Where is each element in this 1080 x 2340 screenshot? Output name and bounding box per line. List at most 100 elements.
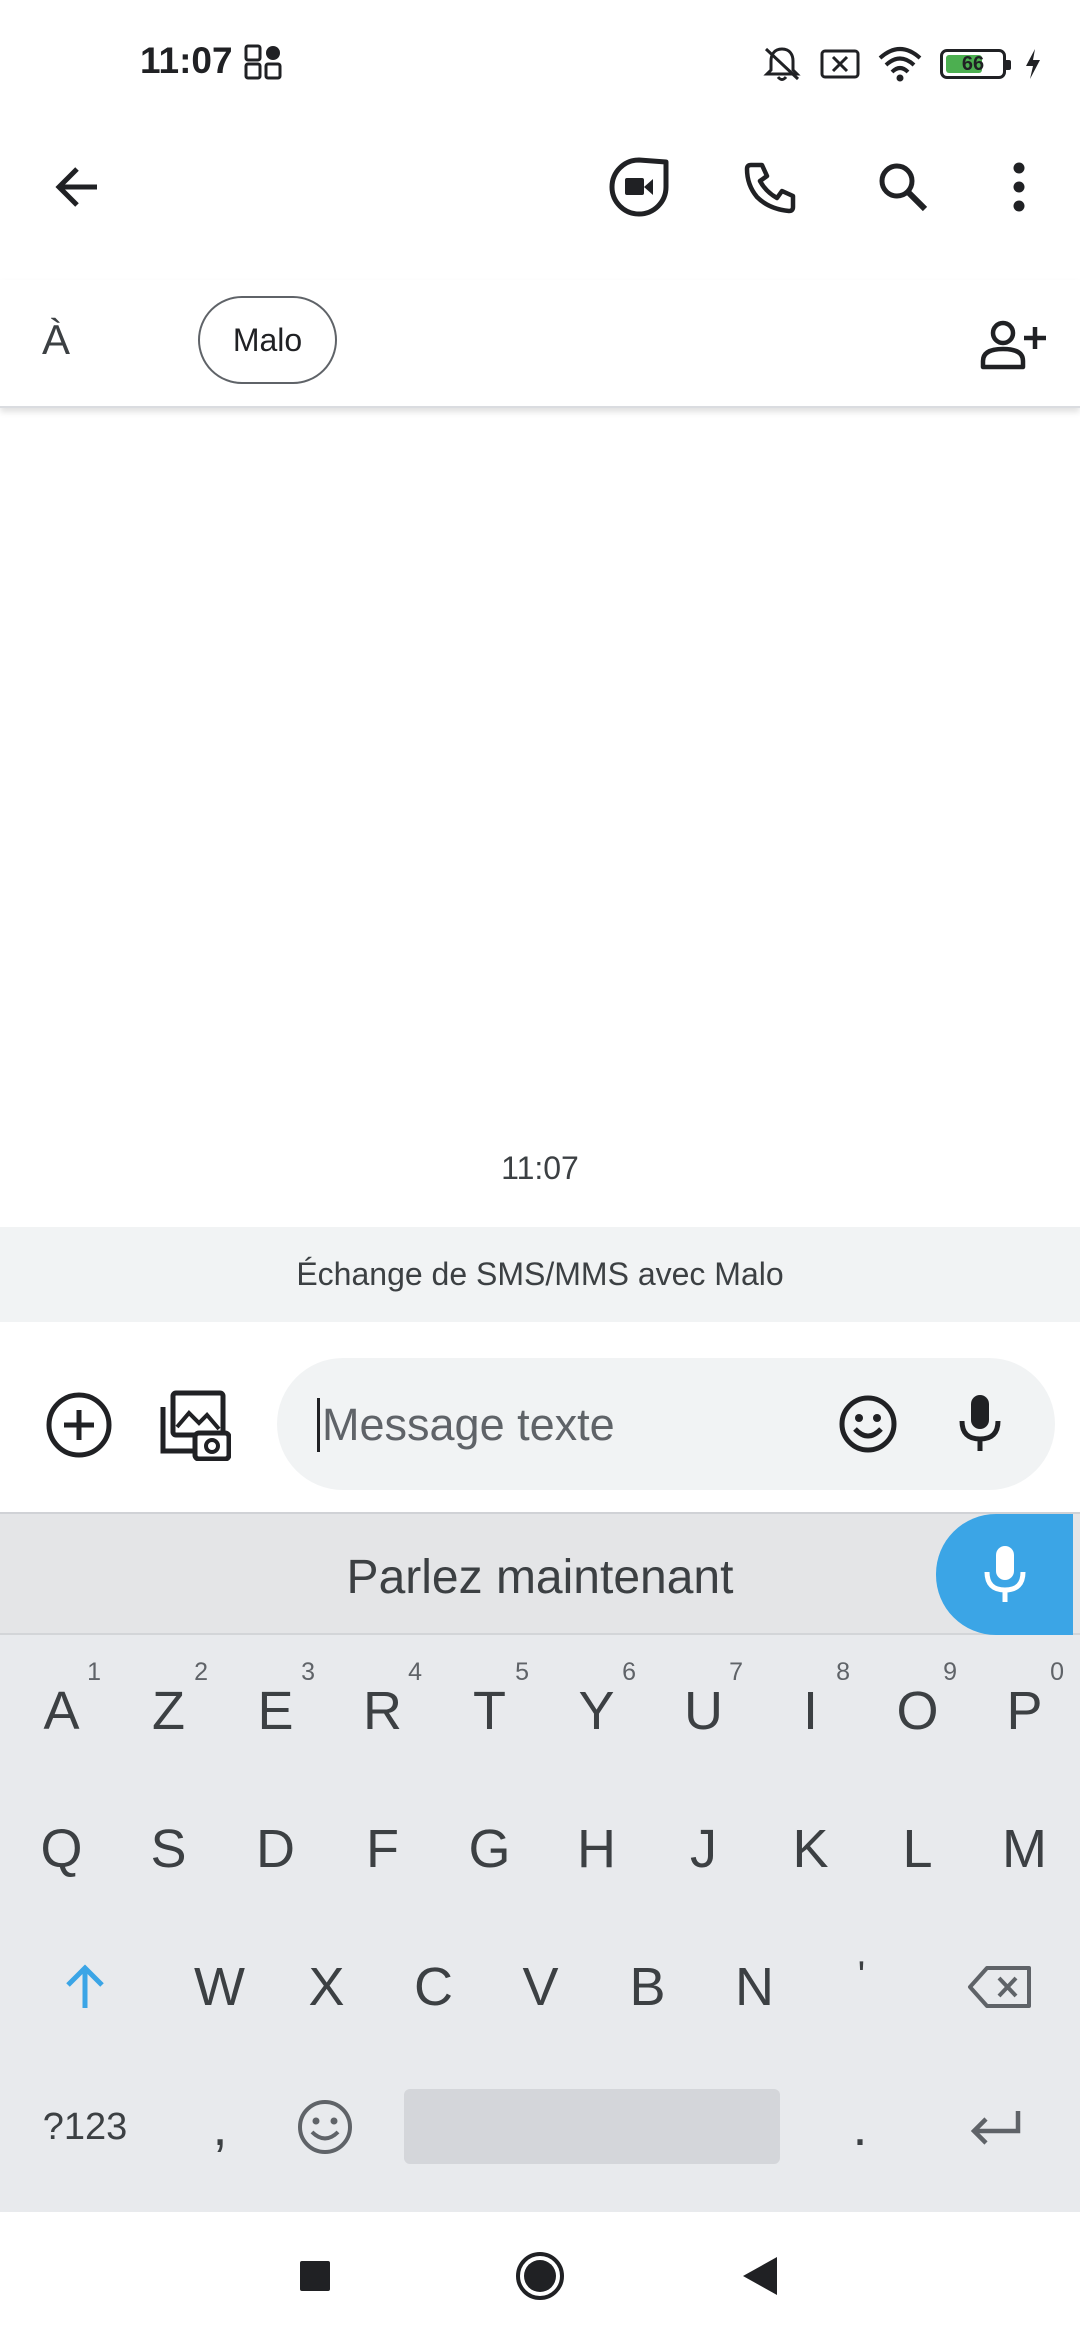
- backspace-key[interactable]: [950, 1932, 1050, 2042]
- video-call-button[interactable]: [594, 142, 684, 232]
- key-number-hint: 3: [301, 1658, 315, 1686]
- shift-arrow-icon: [66, 1964, 104, 2008]
- key-label: E: [257, 1681, 294, 1741]
- add-circle-icon: [46, 1392, 112, 1458]
- message-placeholder: Message texte: [317, 1398, 615, 1452]
- symbols-key[interactable]: ?123: [30, 2072, 140, 2182]
- key-l[interactable]: L: [864, 1794, 971, 1904]
- emoji-button[interactable]: [825, 1381, 911, 1467]
- key-number-hint: 5: [515, 1658, 529, 1686]
- enter-key[interactable]: [945, 2072, 1045, 2182]
- add-person-icon: [980, 320, 1046, 370]
- key-w[interactable]: W: [166, 1932, 273, 2042]
- key-a[interactable]: A1: [8, 1656, 115, 1766]
- key-c[interactable]: C: [380, 1932, 487, 2042]
- gallery-camera-icon: [160, 1390, 231, 1461]
- key-number-hint: 9: [943, 1658, 957, 1686]
- key-u[interactable]: U7: [650, 1656, 757, 1766]
- enter-arrow-icon: [970, 2111, 1021, 2145]
- recipient-row: À Malo: [0, 280, 1080, 408]
- home-circle-icon: [516, 2252, 564, 2300]
- back-arrow-icon: [55, 167, 97, 207]
- search-icon: [879, 163, 928, 212]
- message-input[interactable]: Message texte: [277, 1358, 1055, 1490]
- key-v[interactable]: V: [487, 1932, 594, 2042]
- key-apostrophe[interactable]: ': [808, 1932, 915, 2042]
- voice-mic-button[interactable]: [936, 1514, 1073, 1635]
- key-label: I: [802, 1681, 818, 1741]
- key-m[interactable]: M: [971, 1794, 1078, 1904]
- key-s[interactable]: S: [115, 1794, 222, 1904]
- attach-button[interactable]: [34, 1380, 124, 1470]
- key-x[interactable]: X: [273, 1932, 380, 2042]
- conversation-area: 11:07: [0, 410, 1080, 1225]
- recents-square-icon: [300, 2261, 330, 2291]
- space-key[interactable]: [404, 2089, 780, 2164]
- voice-input-bar: Parlez maintenant: [0, 1514, 1080, 1635]
- key-b[interactable]: B: [594, 1932, 701, 2042]
- key-r[interactable]: R4: [329, 1656, 436, 1766]
- notification-app-icon: [243, 42, 283, 82]
- key-q[interactable]: Q: [8, 1794, 115, 1904]
- key-e[interactable]: E3: [222, 1656, 329, 1766]
- comma-key[interactable]: ,: [180, 2072, 260, 2182]
- emoji-icon: [839, 1395, 897, 1453]
- key-number-hint: 7: [729, 1658, 743, 1686]
- key-o[interactable]: O9: [864, 1656, 971, 1766]
- phone-call-button[interactable]: [726, 142, 816, 232]
- recipient-chip[interactable]: Malo: [198, 296, 337, 384]
- to-label: À: [42, 316, 71, 363]
- key-p[interactable]: P0: [971, 1656, 1078, 1766]
- wifi-icon: [878, 46, 922, 82]
- recents-button[interactable]: [265, 2226, 365, 2326]
- key-y[interactable]: Y6: [543, 1656, 650, 1766]
- key-number-hint: 0: [1050, 1658, 1064, 1686]
- key-g[interactable]: G: [436, 1794, 543, 1904]
- key-d[interactable]: D: [222, 1794, 329, 1904]
- key-k[interactable]: K: [757, 1794, 864, 1904]
- shift-key[interactable]: [40, 1932, 130, 2042]
- back-button[interactable]: [32, 142, 122, 232]
- period-key[interactable]: .: [820, 2072, 900, 2182]
- key-number-hint: 1: [87, 1658, 101, 1686]
- key-label: R: [363, 1681, 402, 1741]
- key-z[interactable]: Z2: [115, 1656, 222, 1766]
- key-number-hint: 6: [622, 1658, 636, 1686]
- battery-icon: 66: [940, 49, 1011, 79]
- compose-bar: Message texte: [0, 1322, 1080, 1512]
- key-h[interactable]: H: [543, 1794, 650, 1904]
- back-triangle-icon: [743, 2257, 777, 2295]
- key-label: T: [473, 1681, 506, 1741]
- sim-off-icon: [820, 48, 860, 80]
- phone-icon: [744, 162, 796, 214]
- sms-mode-banner: Échange de SMS/MMS avec Malo: [0, 1227, 1080, 1322]
- search-button[interactable]: [858, 142, 948, 232]
- key-n[interactable]: N: [701, 1932, 808, 2042]
- more-vert-icon: [1013, 162, 1025, 212]
- key-i[interactable]: I8: [757, 1656, 864, 1766]
- emoji-icon: [298, 2100, 352, 2154]
- backspace-icon: [968, 1966, 1031, 2008]
- key-label: U: [684, 1681, 723, 1741]
- charging-icon: [1024, 48, 1042, 80]
- more-options-button[interactable]: [974, 142, 1064, 232]
- microphone-icon: [959, 1395, 1001, 1451]
- mute-icon: [762, 45, 802, 83]
- back-nav-button[interactable]: [710, 2226, 810, 2326]
- key-number-hint: 2: [194, 1658, 208, 1686]
- key-number-hint: 4: [408, 1658, 422, 1686]
- video-call-icon: [609, 157, 669, 217]
- emoji-key[interactable]: [280, 2072, 370, 2182]
- system-nav-bar: [0, 2212, 1080, 2340]
- key-number-hint: 8: [836, 1658, 850, 1686]
- home-button[interactable]: [490, 2226, 590, 2326]
- gallery-camera-button[interactable]: [150, 1380, 240, 1470]
- key-t[interactable]: T5: [436, 1656, 543, 1766]
- key-j[interactable]: J: [650, 1794, 757, 1904]
- status-bar: 11:07 66: [0, 0, 1080, 125]
- voice-input-button[interactable]: [937, 1381, 1023, 1467]
- key-label: O: [896, 1681, 939, 1741]
- app-bar: [0, 125, 1080, 250]
- add-contact-button[interactable]: [968, 300, 1058, 390]
- key-f[interactable]: F: [329, 1794, 436, 1904]
